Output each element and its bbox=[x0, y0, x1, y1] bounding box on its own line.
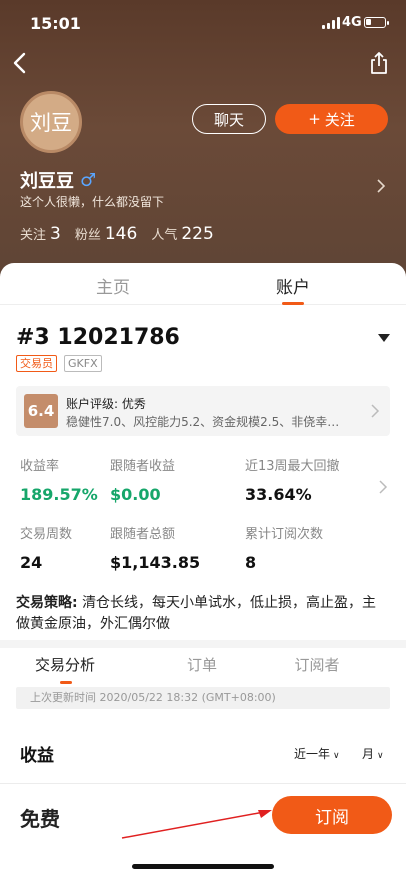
profile-name: 刘豆豆 bbox=[20, 171, 74, 192]
content-sheet: 主页 账户 #3 12021786 交易员 GKFX 6.4 账户评级: 优秀 … bbox=[0, 263, 406, 878]
strategy-text: 交易策略: 清仓长线，每天小单试水，低止损，高止盈，主做黄金原油，外汇偶尔做 bbox=[16, 593, 386, 635]
avatar[interactable]: 刘豆 bbox=[20, 91, 82, 153]
chat-button-label: 聊天 bbox=[213, 110, 244, 129]
metric-value: 189.57% bbox=[20, 485, 98, 504]
signal-icon bbox=[322, 17, 340, 29]
analysis-tabs: 交易分析 订单 订阅者 bbox=[0, 648, 406, 684]
stat-following[interactable]: 关注 3 bbox=[20, 224, 61, 244]
period-select[interactable]: 近一年 ∨ bbox=[294, 745, 340, 762]
metrics-grid[interactable]: 收益率 189.57% 跟随者收益 $0.00 近13周最大回撤 33.64% … bbox=[0, 449, 406, 574]
metric-trading-weeks: 交易周数 24 bbox=[20, 523, 72, 572]
chevron-right-icon[interactable] bbox=[375, 178, 387, 194]
account-title: #3 12021786 bbox=[16, 325, 180, 350]
metric-label: 累计订阅次数 bbox=[245, 527, 324, 542]
tab-home[interactable]: 主页 bbox=[43, 273, 183, 298]
status-time: 15:01 bbox=[30, 14, 81, 33]
metric-value: $0.00 bbox=[110, 485, 161, 504]
metric-value: 8 bbox=[245, 553, 257, 572]
tab-account[interactable]: 账户 bbox=[223, 273, 363, 298]
metric-follower-total: 跟随者总额 $1,143.85 bbox=[110, 523, 200, 572]
profile-bio: 这个人很懒，什么都没留下 bbox=[20, 195, 165, 209]
stat-label: 关注 bbox=[20, 228, 47, 243]
rating-card[interactable]: 6.4 账户评级: 优秀 稳健性7.0、风控能力5.2、资金规模2.5、非侥幸… bbox=[16, 386, 390, 436]
rating-detail: 稳健性7.0、风控能力5.2、资金规模2.5、非侥幸… bbox=[66, 415, 340, 429]
income-title: 收益 bbox=[20, 746, 54, 766]
male-icon: ♂ bbox=[80, 169, 97, 191]
stat-value: 3 bbox=[50, 224, 61, 244]
stat-popularity: 人气 225 bbox=[151, 224, 213, 244]
metric-subscriptions: 累计订阅次数 8 bbox=[245, 523, 323, 572]
profile-header: 15:01 4G 刘豆 聊天 + 关注 刘豆豆 ♂ 这个人很懒，什么都没留下 关… bbox=[0, 0, 406, 285]
network-label: 4G bbox=[342, 15, 362, 30]
metric-max-drawdown: 近13周最大回撤 33.64% bbox=[245, 455, 340, 504]
metric-value: 33.64% bbox=[245, 485, 312, 504]
stat-value: 146 bbox=[104, 224, 138, 244]
broker-tag: GKFX bbox=[64, 355, 102, 372]
stat-label: 粉丝 bbox=[74, 228, 101, 243]
status-bar: 15:01 4G bbox=[0, 0, 406, 44]
subtab-indicator bbox=[60, 681, 72, 684]
avatar-text: 刘豆 bbox=[30, 111, 72, 135]
chevron-down-icon: ∨ bbox=[377, 751, 384, 761]
subscribe-label: 订阅 bbox=[315, 807, 349, 828]
follow-button-label: 关注 bbox=[324, 110, 355, 129]
battery-icon bbox=[364, 17, 389, 28]
profile-name-row[interactable]: 刘豆豆 ♂ bbox=[20, 167, 96, 193]
tab-orders[interactable]: 订单 bbox=[137, 654, 267, 675]
plus-icon: + bbox=[308, 110, 321, 128]
period-value: 近一年 bbox=[294, 747, 331, 761]
tab-trade-analysis[interactable]: 交易分析 bbox=[0, 654, 130, 675]
role-tag: 交易员 bbox=[16, 355, 57, 372]
rating-title: 账户评级: 优秀 bbox=[66, 397, 146, 411]
last-update: 上次更新时间 2020/05/22 18:32 (GMT+08:00) bbox=[16, 687, 390, 709]
back-arrow-icon[interactable] bbox=[10, 50, 32, 76]
annotation-arrow-icon bbox=[121, 810, 272, 839]
stat-value: 225 bbox=[181, 224, 214, 244]
section-divider bbox=[0, 640, 406, 648]
stat-fans[interactable]: 粉丝 146 bbox=[75, 224, 137, 244]
metric-value: 24 bbox=[20, 553, 43, 572]
metric-label: 收益率 bbox=[20, 459, 60, 474]
granularity-select[interactable]: 月 ∨ bbox=[362, 745, 384, 762]
metric-label: 跟随者总额 bbox=[110, 527, 176, 542]
chat-button[interactable]: 聊天 bbox=[192, 104, 266, 134]
share-icon[interactable] bbox=[368, 50, 390, 76]
main-tabs: 主页 账户 bbox=[0, 263, 406, 305]
stat-label: 人气 bbox=[151, 228, 178, 243]
metric-follower-profit: 跟随者收益 $0.00 bbox=[110, 455, 175, 504]
strategy-label: 交易策略: bbox=[16, 595, 78, 611]
chevron-down-icon: ∨ bbox=[333, 751, 340, 761]
chevron-right-icon bbox=[371, 404, 380, 418]
price-label: 免费 bbox=[20, 807, 60, 831]
profile-stats: 关注 3 粉丝 146 人气 225 bbox=[20, 224, 214, 244]
rating-badge: 6.4 bbox=[24, 394, 58, 428]
metric-value: $1,143.85 bbox=[110, 553, 201, 572]
caret-down-icon[interactable] bbox=[377, 333, 391, 343]
metric-label: 近13周最大回撤 bbox=[245, 459, 340, 474]
metric-label: 交易周数 bbox=[20, 527, 73, 542]
tab-subscribers[interactable]: 订阅者 bbox=[252, 654, 382, 675]
metric-return: 收益率 189.57% bbox=[20, 455, 98, 504]
tab-indicator bbox=[282, 302, 304, 305]
chevron-right-icon bbox=[379, 480, 388, 494]
home-indicator[interactable] bbox=[132, 864, 274, 869]
follow-button[interactable]: + 关注 bbox=[275, 104, 388, 134]
metric-label: 跟随者收益 bbox=[110, 459, 176, 474]
granularity-value: 月 bbox=[362, 747, 375, 761]
subscribe-button[interactable]: 订阅 bbox=[272, 796, 392, 834]
